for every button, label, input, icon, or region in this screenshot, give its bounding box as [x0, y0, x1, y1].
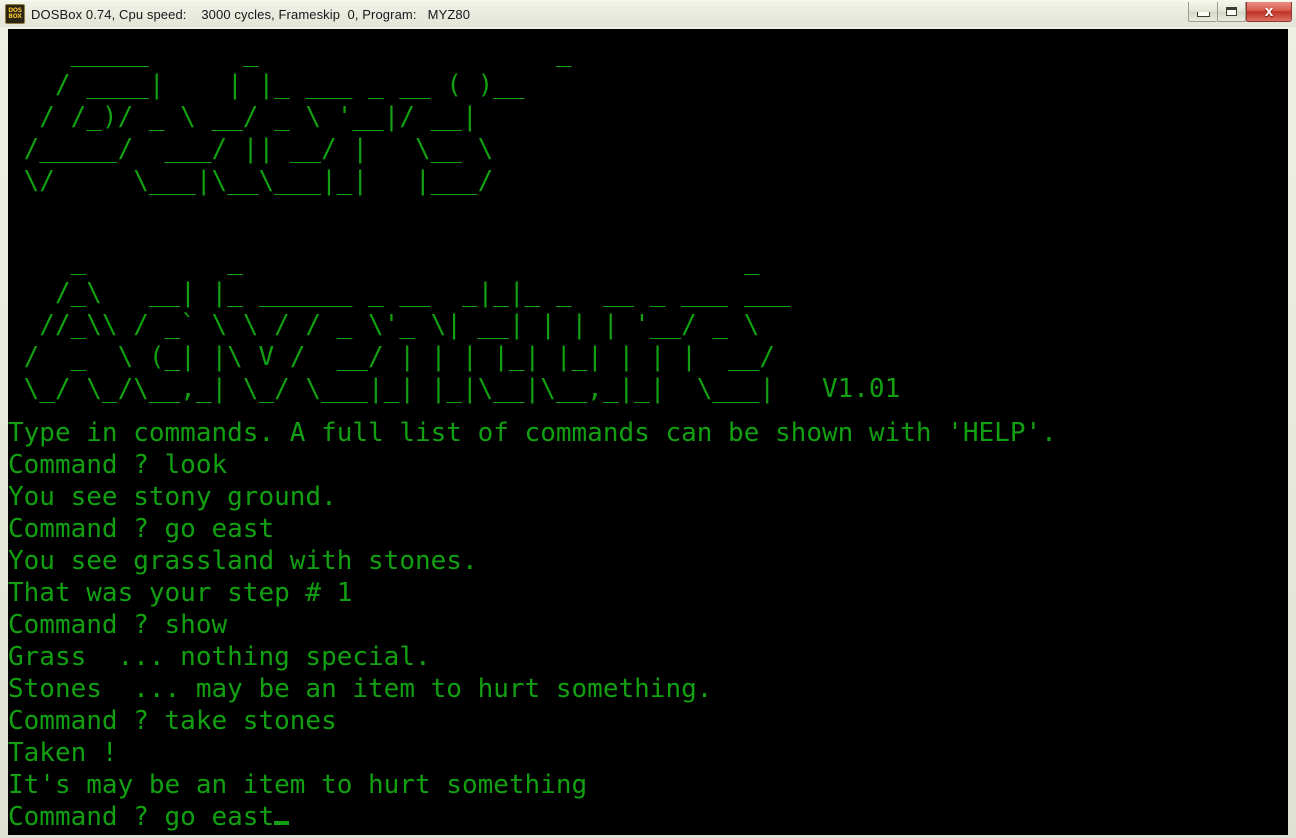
maximize-button[interactable] [1217, 2, 1246, 22]
text-cursor [274, 821, 290, 825]
ascii-banner-adventure: _ _ _ /_\ __| |_ ______ _ __ _|_|_ _ __ … [23, 246, 901, 404]
ascii-banner-gets: _____ _ _ / ____| | |_ ___ _ __ ( )__ / … [23, 38, 572, 196]
minimize-icon [1196, 11, 1210, 17]
close-icon: x [1264, 3, 1274, 20]
dosbox-app-icon: DOS BOX [5, 4, 25, 24]
dos-screen[interactable]: _____ _ _ / ____| | |_ ___ _ __ ( )__ / … [8, 29, 1288, 835]
window-title: DOSBox 0.74, Cpu speed: 3000 cycles, Fra… [31, 6, 471, 22]
maximize-icon [1226, 7, 1237, 16]
title-bar[interactable]: DOS BOX DOSBox 0.74, Cpu speed: 3000 cyc… [0, 1, 1296, 27]
dosbox-icon-label-bottom: BOX [8, 13, 22, 20]
terminal-output: Type in commands. A full list of command… [8, 418, 1057, 832]
close-button[interactable]: x [1246, 2, 1292, 22]
minimize-button[interactable] [1188, 2, 1217, 22]
window-controls: x [1188, 2, 1292, 22]
dosbox-window: DOS BOX DOSBox 0.74, Cpu speed: 3000 cyc… [0, 0, 1296, 838]
